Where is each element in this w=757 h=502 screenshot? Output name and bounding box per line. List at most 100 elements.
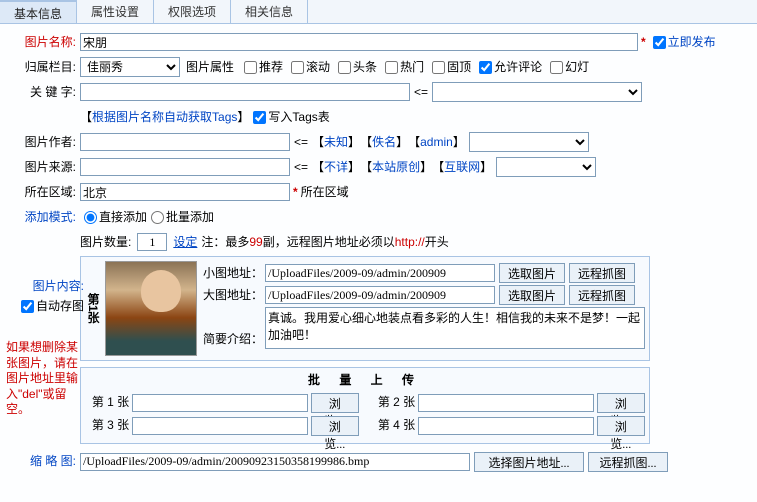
- label-small-url: 小图地址：: [203, 265, 263, 282]
- button-remote-small[interactable]: 远程抓图: [569, 263, 635, 283]
- brk: 】: [420, 159, 432, 176]
- label-img-attr: 图片属性: [186, 59, 234, 76]
- button-browse-2[interactable]: 浏览...: [597, 393, 645, 413]
- label-source: 图片来源:: [6, 159, 76, 176]
- radio-direct[interactable]: [84, 211, 97, 224]
- tab-attr-settings[interactable]: 属性设置: [77, 0, 154, 23]
- select-source[interactable]: [496, 157, 596, 177]
- label-le-2: <=: [294, 134, 308, 151]
- input-region[interactable]: [80, 183, 290, 201]
- link-anon[interactable]: 佚名: [372, 134, 396, 151]
- input-small-url[interactable]: [265, 264, 495, 282]
- input-source[interactable]: [80, 158, 290, 176]
- label-column: 归属栏目:: [6, 59, 76, 76]
- tab-basic-info[interactable]: 基本信息: [0, 0, 77, 23]
- button-browse-1[interactable]: 浏览...: [311, 393, 359, 413]
- brk: 】: [480, 159, 492, 176]
- brk: 】: [453, 134, 465, 151]
- image-preview: [105, 261, 197, 356]
- label-intro: 简要介绍：: [203, 331, 263, 348]
- tab-related[interactable]: 相关信息: [231, 0, 308, 23]
- label-n4: 第 4 张: [371, 417, 415, 434]
- panel-batch-upload: 批 量 上 传 第 1 张 浏览... 第 2 张 浏览... 第 3 张 浏览…: [80, 367, 650, 444]
- checkbox-scroll[interactable]: [291, 61, 304, 74]
- link-origin[interactable]: 本站原创: [372, 159, 420, 176]
- label-keyword: 关 键 字:: [6, 84, 76, 101]
- required-star-2: *: [293, 184, 298, 201]
- checkbox-headline[interactable]: [338, 61, 351, 74]
- checkbox-allow-comment[interactable]: [479, 61, 492, 74]
- link-admin[interactable]: admin: [420, 134, 453, 151]
- note-delete-hint: 如果想删除某张图片，请在图片地址里输入"del"或留空。: [6, 340, 84, 418]
- button-browse-3[interactable]: 浏览...: [311, 416, 359, 436]
- input-author[interactable]: [80, 133, 290, 151]
- select-author[interactable]: [469, 132, 589, 152]
- label-recommend: 推荐: [259, 59, 283, 76]
- required-star: *: [641, 34, 646, 51]
- input-image-name[interactable]: [80, 33, 638, 51]
- link-auto-tags[interactable]: 根据图片名称自动获取Tags: [92, 109, 237, 126]
- link-set[interactable]: 设定: [173, 234, 197, 251]
- checkbox-write-tags[interactable]: [253, 111, 266, 124]
- note-3: 副，远程图片地址必须以: [263, 234, 395, 251]
- note-4: http://: [395, 234, 425, 251]
- brk: 】: [348, 159, 360, 176]
- input-batch-3[interactable]: [132, 417, 307, 435]
- label-headline: 头条: [353, 59, 377, 76]
- label-count: 图片数量:: [80, 234, 131, 251]
- label-sticky: 固顶: [447, 59, 471, 76]
- checkbox-publish-now[interactable]: [653, 36, 666, 49]
- brk: 【: [312, 159, 324, 176]
- input-keyword[interactable]: [80, 83, 410, 101]
- input-batch-2[interactable]: [418, 394, 593, 412]
- link-internet[interactable]: 互联网: [444, 159, 480, 176]
- button-browse-4[interactable]: 浏览...: [597, 416, 645, 436]
- label-n3: 第 3 张: [85, 417, 129, 434]
- brk: 【: [312, 134, 324, 151]
- button-select-small[interactable]: 选取图片: [499, 263, 565, 283]
- label-n2: 第 2 张: [371, 394, 415, 411]
- input-batch-1[interactable]: [132, 394, 307, 412]
- note-5: 开头: [425, 234, 449, 251]
- input-big-url[interactable]: [265, 286, 495, 304]
- checkbox-sticky[interactable]: [432, 61, 445, 74]
- tab-permission[interactable]: 权限选项: [154, 0, 231, 23]
- label-n1: 第 1 张: [85, 394, 129, 411]
- label-slide: 幻灯: [565, 59, 589, 76]
- label-author: 图片作者:: [6, 134, 76, 151]
- label-thumb: 缩 略 图:: [6, 453, 76, 470]
- checkbox-autosave[interactable]: [21, 300, 34, 313]
- label-allow-comment: 允许评论: [494, 59, 542, 76]
- brk: 【: [360, 159, 372, 176]
- input-count[interactable]: [137, 233, 167, 251]
- label-le-1: <=: [414, 84, 428, 101]
- button-remote-thumb[interactable]: 远程抓图...: [588, 452, 668, 472]
- button-select-big[interactable]: 选取图片: [499, 285, 565, 305]
- brk: 】: [348, 134, 360, 151]
- brk: 【: [432, 159, 444, 176]
- checkbox-recommend[interactable]: [244, 61, 257, 74]
- label-direct: 直接添加: [99, 209, 147, 226]
- label-index: 第1张: [85, 261, 101, 356]
- checkbox-slide[interactable]: [550, 61, 563, 74]
- label-add-mode: 添加模式:: [6, 209, 76, 226]
- checkbox-hot[interactable]: [385, 61, 398, 74]
- radio-batch[interactable]: [151, 211, 164, 224]
- note-2: 99: [249, 234, 262, 251]
- select-keyword[interactable]: [432, 82, 642, 102]
- button-select-addr[interactable]: 选择图片地址...: [474, 452, 584, 472]
- textarea-intro[interactable]: 真诚。我用爱心细心地装点看多彩的人生！相信我的未来不是梦！一起加油吧！: [265, 307, 645, 349]
- label-region-note: 所在区域: [301, 184, 349, 201]
- label-batch-title: 批 量 上 传: [85, 372, 645, 389]
- link-unknown[interactable]: 未知: [324, 134, 348, 151]
- label-scroll: 滚动: [306, 59, 330, 76]
- select-column[interactable]: 佳丽秀: [80, 57, 180, 77]
- link-nodetail[interactable]: 不详: [324, 159, 348, 176]
- button-remote-big[interactable]: 远程抓图: [569, 285, 635, 305]
- text-bracket2: 】: [237, 109, 249, 126]
- label-content: 图片内容:: [6, 278, 84, 295]
- input-batch-4[interactable]: [418, 417, 593, 435]
- input-thumb[interactable]: [80, 453, 470, 471]
- brk: 【: [408, 134, 420, 151]
- label-autosave: 自动存图: [36, 299, 84, 313]
